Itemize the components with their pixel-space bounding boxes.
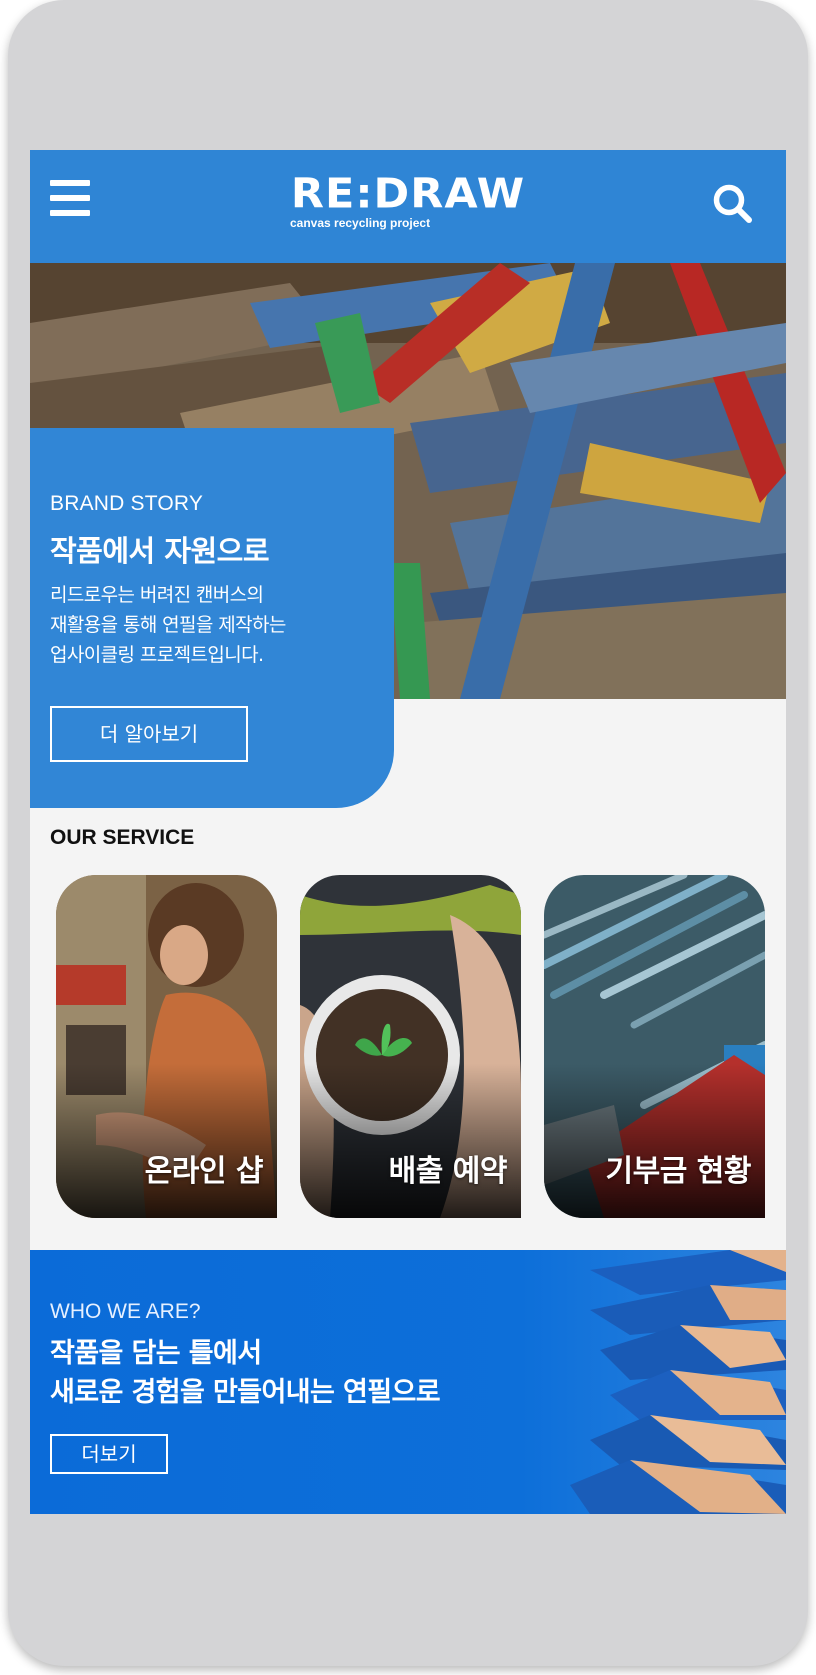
search-icon[interactable]	[708, 180, 758, 230]
service-card-disposal-booking[interactable]: 배출 예약	[300, 875, 521, 1218]
brand-story-description: 리드로우는 버려진 캔버스의 재활용을 통해 연필을 제작하는 업사이클링 프로…	[50, 584, 286, 666]
logo[interactable]: RE:DRAW canvas recycling project	[282, 172, 534, 238]
service-card-donation-status[interactable]: 기부금 현황	[544, 875, 765, 1218]
phone-frame: RE:DRAW canvas recycling project BRAND S…	[8, 0, 808, 1666]
logo-tagline: canvas recycling project	[290, 216, 431, 230]
service-card-label: 기부금 현황	[605, 1154, 752, 1189]
learn-more-button[interactable]: 더 알아보기	[50, 706, 248, 762]
logo-wordmark: RE:DRAW	[290, 170, 526, 218]
who-we-are-title: 작품을 담는 틀에서 새로운 경험을 만들어내는 연필으로	[50, 1338, 441, 1408]
app-screen: RE:DRAW canvas recycling project BRAND S…	[30, 150, 786, 1514]
who-we-are-banner: WHO WE ARE? 작품을 담는 틀에서 새로운 경험을 만들어내는 연필으…	[30, 1250, 786, 1514]
service-card-label: 배출 예약	[388, 1154, 508, 1189]
hamburger-menu-icon[interactable]	[48, 176, 94, 222]
service-card-label: 온라인 샵	[144, 1154, 264, 1189]
brand-story-kicker: BRAND STORY	[50, 492, 204, 515]
brand-story-card: BRAND STORY 작품에서 자원으로 리드로우는 버려진 캔버스의 재활용…	[30, 428, 394, 808]
brand-story-title: 작품에서 자원으로	[50, 534, 270, 568]
more-button[interactable]: 더보기	[50, 1434, 168, 1474]
top-header: RE:DRAW canvas recycling project	[30, 150, 786, 263]
service-section-title: OUR SERVICE	[50, 826, 195, 849]
who-we-are-kicker: WHO WE ARE?	[50, 1300, 201, 1323]
service-card-online-shop[interactable]: 온라인 샵	[56, 875, 277, 1218]
